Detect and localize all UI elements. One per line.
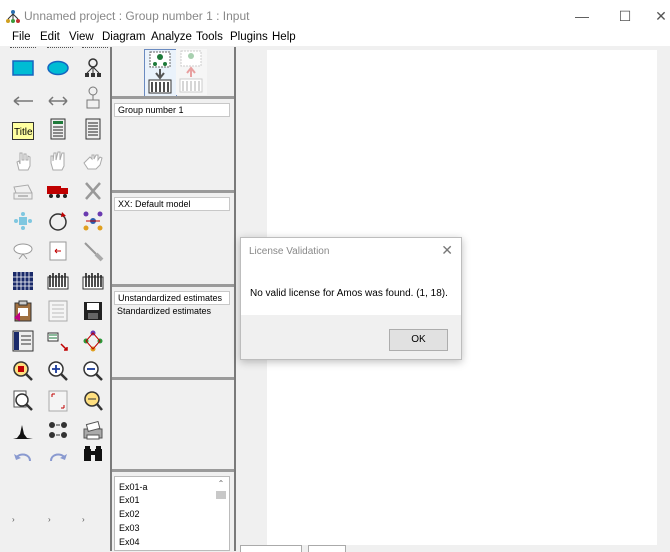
amos-app-icon [6,10,20,23]
estimates-unstandardized[interactable]: Unstandardized estimates [114,291,230,305]
latent-indicator-icon[interactable] [81,56,105,80]
list-item[interactable]: Ex03 [119,523,140,533]
select-all-hand-icon[interactable] [46,149,70,173]
deselect-hand-icon[interactable] [81,149,105,173]
list-item[interactable]: Ex04 [119,537,140,547]
menu-help[interactable]: Help [272,31,296,43]
zoom-page-icon[interactable] [11,389,35,413]
panel-divider[interactable] [112,284,234,287]
undo-icon[interactable] [11,445,35,469]
drag-properties-icon[interactable] [46,329,70,353]
dialog-close-button[interactable]: ✕ [441,242,453,259]
copy-clipboard-icon[interactable] [11,299,35,323]
view-input-button[interactable] [144,49,177,97]
magnifier-icon[interactable] [81,389,105,413]
toolbox: Title › › › [8,49,110,551]
draw-rectangle-icon[interactable] [11,56,35,80]
window-title: Unnamed project : Group number 1 : Input [24,9,250,23]
license-validation-dialog: License Validation ✕ No valid license fo… [240,237,462,360]
expand-arrow-icon[interactable]: › [12,515,15,524]
menu-analyze[interactable]: Analyze [151,31,192,43]
dialog-title: License Validation [249,246,330,257]
list-item[interactable]: Ex01 [119,495,140,505]
reflect-indicators-icon[interactable] [81,209,105,233]
unique-variable-icon[interactable] [81,86,105,110]
double-arrow-icon[interactable] [46,89,70,113]
zoom-select-icon[interactable] [11,359,35,383]
list-item[interactable]: Ex01-a [119,482,148,492]
svg-text:Title: Title [14,127,33,138]
splitter[interactable] [234,47,236,551]
ok-button[interactable]: OK [389,329,448,351]
title-bar: Unnamed project : Group number 1 : Input… [0,0,670,32]
scrollbar-thumb[interactable] [216,491,226,499]
select-data-file-icon[interactable] [11,269,35,293]
list-item[interactable]: Ex02 [119,509,140,519]
preserve-symmetries-icon[interactable] [81,329,105,353]
redo-icon[interactable] [46,445,70,469]
scroll-up-icon[interactable]: ⌃ [215,479,227,489]
fit-to-page-icon[interactable] [46,389,70,413]
bayesian-icon[interactable] [11,419,35,443]
expand-arrow-icon[interactable]: › [48,515,51,524]
calculate-estimates-icon[interactable] [81,269,105,293]
multiple-group-icon[interactable] [46,419,70,443]
expand-arrow-icon[interactable]: › [82,515,85,524]
scroll-icon[interactable] [46,239,70,263]
menu-file[interactable]: File [12,31,31,43]
save-diagram-icon[interactable] [81,299,105,323]
close-button[interactable]: ✕ [646,4,670,28]
duplicate-icon[interactable] [11,179,35,203]
panel-divider[interactable] [112,96,234,99]
view-text-icon[interactable] [46,299,70,323]
specification-search-icon[interactable] [81,443,105,467]
zoom-in-icon[interactable] [46,359,70,383]
print-icon[interactable] [81,419,105,443]
splitter[interactable] [110,47,112,551]
minimize-button[interactable]: — [567,4,597,28]
menu-bar: File Edit View Diagram Analyze Tools Plu… [0,31,670,46]
file-list[interactable]: Ex01-a Ex01 Ex02 Ex03 Ex04 ⌃ [114,476,230,551]
menu-plugins[interactable]: Plugins [230,31,268,43]
menu-tools[interactable]: Tools [196,31,223,43]
change-shape-icon[interactable] [11,209,35,233]
erase-x-icon[interactable] [81,179,105,203]
panel-divider[interactable] [112,190,234,193]
panel-divider[interactable] [112,377,234,380]
estimates-standardized[interactable]: Standardized estimates [117,306,211,316]
list-variables-model-icon[interactable] [46,117,70,141]
object-properties-icon[interactable] [11,329,35,353]
draw-ellipse-icon[interactable] [46,56,70,80]
models-panel-header[interactable]: XX: Default model [114,197,230,211]
list-variables-data-icon[interactable] [81,117,105,141]
panel-divider[interactable] [112,469,234,472]
menu-edit[interactable]: Edit [40,31,60,43]
menu-diagram[interactable]: Diagram [102,31,145,43]
move-parameter-icon[interactable] [11,239,35,263]
analysis-properties-icon[interactable] [46,269,70,293]
view-output-button[interactable] [176,49,207,95]
rotate-indicators-icon[interactable] [46,209,70,233]
single-arrow-icon[interactable] [11,89,35,113]
dialog-body: No valid license for Amos was found. (1,… [241,265,461,315]
touch-up-icon[interactable] [81,239,105,263]
title-icon[interactable]: Title [11,119,35,143]
maximize-button[interactable]: ☐ [610,4,640,28]
groups-panel-header[interactable]: Group number 1 [114,103,230,117]
menu-view[interactable]: View [69,31,94,43]
move-truck-icon[interactable] [46,179,70,203]
zoom-out-icon[interactable] [81,359,105,383]
dialog-title-bar: License Validation ✕ [241,238,461,265]
select-one-hand-icon[interactable] [11,149,35,173]
dialog-message: No valid license for Amos was found. (1,… [250,288,448,299]
